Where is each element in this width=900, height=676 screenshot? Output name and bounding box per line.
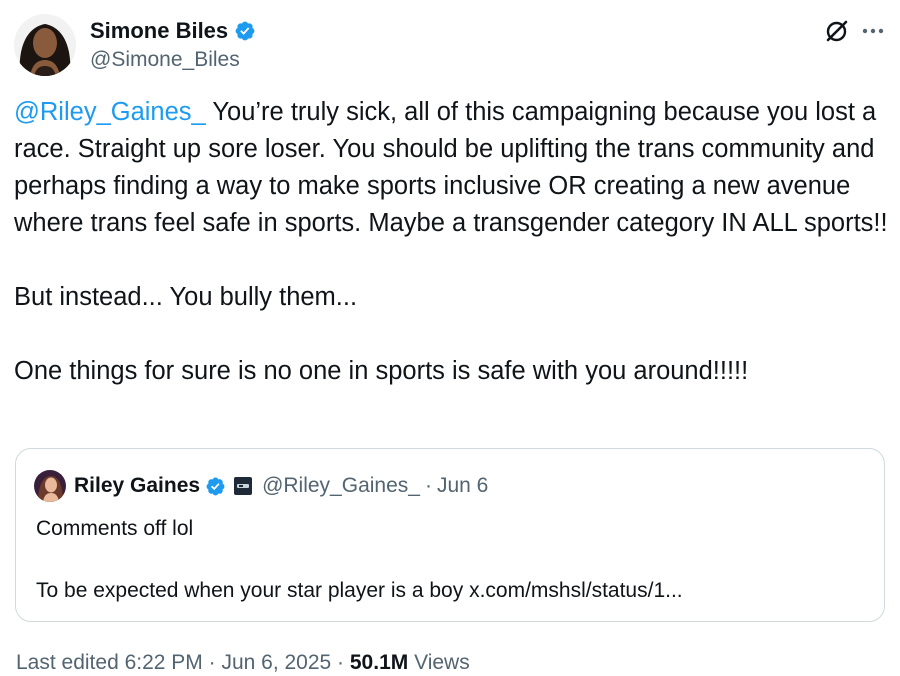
- tweet-text: @Riley_Gaines_ You’re truly sick, all of…: [14, 94, 890, 390]
- edited-timestamp[interactable]: Last edited 6:22 PM · Jun 6, 2025 ·: [16, 651, 350, 674]
- header-actions: [824, 18, 886, 44]
- verified-badge-icon: [235, 21, 255, 41]
- quoted-author-avatar[interactable]: [34, 470, 66, 502]
- views-label: Views: [408, 651, 470, 674]
- separator-dot: ·: [424, 474, 432, 497]
- tweet-meta-footer: Last edited 6:22 PM · Jun 6, 2025 · 50.1…: [16, 651, 470, 675]
- views-count[interactable]: 50.1M: [350, 651, 408, 674]
- tweet-header: Simone Biles @Simone_Biles: [14, 14, 886, 78]
- quoted-tweet-line-2: To be expected when your star player is …: [36, 579, 683, 602]
- quoted-tweet[interactable]: Riley Gaines @Riley_Gaines_ · Jun 6 Comm…: [15, 448, 885, 622]
- tweet[interactable]: Simone Biles @Simone_Biles @Riley_Gaines…: [0, 0, 900, 676]
- quoted-tweet-line-1: Comments off lol: [36, 517, 194, 540]
- quoted-author-display-name[interactable]: Riley Gaines: [74, 474, 200, 498]
- author-names: Simone Biles @Simone_Biles: [90, 16, 256, 72]
- quoted-tweet-text: Comments off lol To be expected when you…: [36, 513, 866, 606]
- more-horizontal-icon[interactable]: [860, 18, 886, 44]
- mention-link[interactable]: @Riley_Gaines_: [14, 98, 206, 126]
- tweet-paragraph-2: But instead... You bully them...: [14, 283, 358, 311]
- tweet-paragraph-1: @Riley_Gaines_ You’re truly sick, all of…: [14, 94, 890, 242]
- tweet-paragraph-3: One things for sure is no one in sports …: [14, 357, 749, 385]
- verified-badge-icon: [206, 477, 225, 495]
- author-display-name[interactable]: Simone Biles: [90, 18, 228, 44]
- author-avatar[interactable]: [14, 14, 76, 76]
- quoted-author-handle[interactable]: @Riley_Gaines_: [262, 474, 420, 498]
- display-name-row: Simone Biles: [90, 16, 256, 46]
- author-handle[interactable]: @Simone_Biles: [90, 48, 256, 72]
- quoted-tweet-header: Riley Gaines @Riley_Gaines_ · Jun 6: [34, 469, 488, 503]
- grok-icon[interactable]: [824, 18, 850, 44]
- quoted-tweet-date[interactable]: Jun 6: [437, 474, 488, 498]
- affiliate-badge-icon[interactable]: [233, 476, 253, 496]
